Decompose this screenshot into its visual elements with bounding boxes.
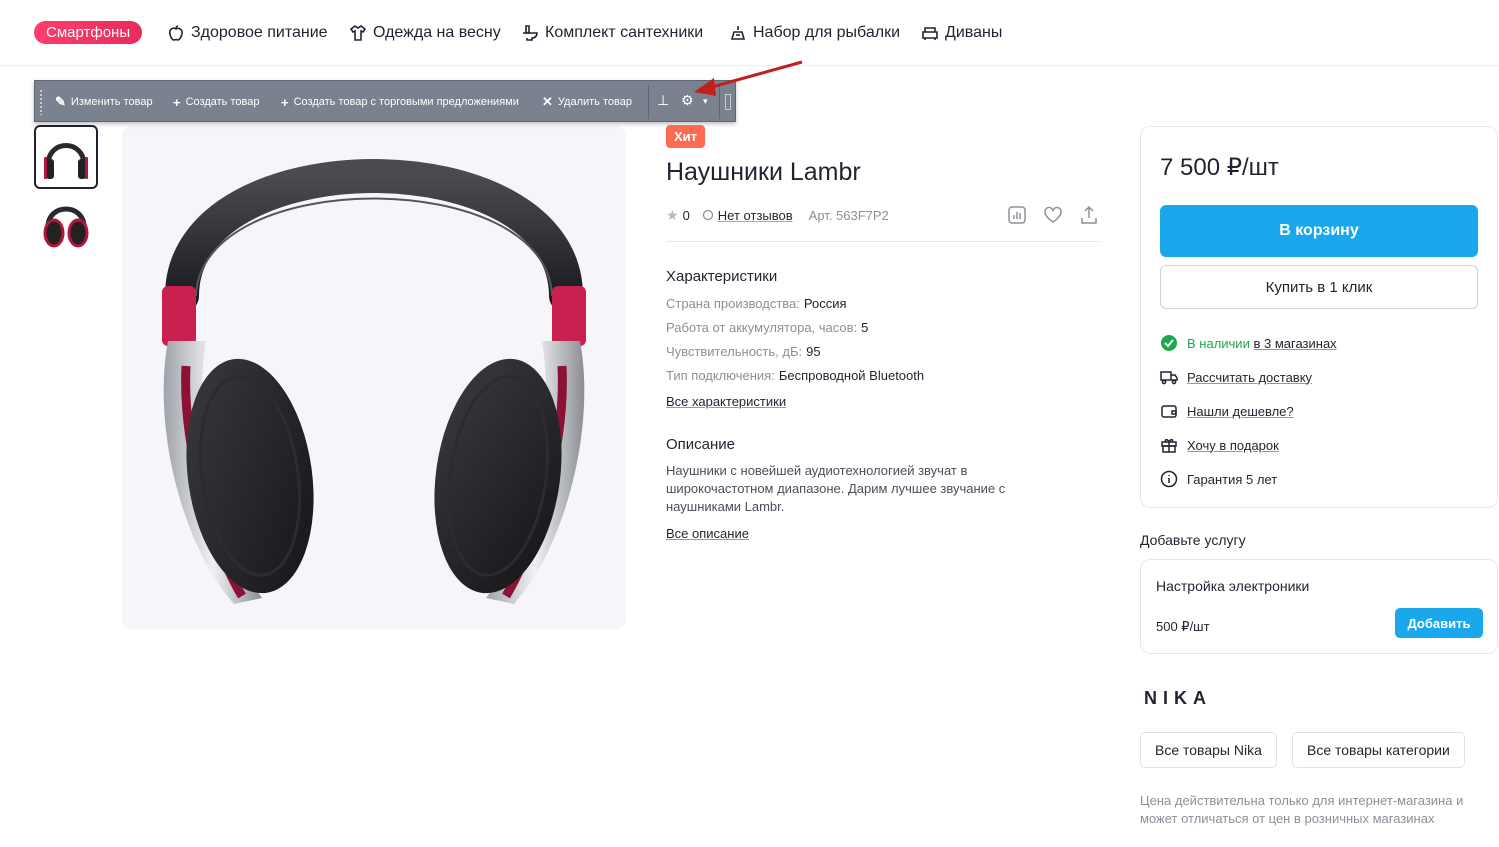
spec-value: 5	[861, 320, 869, 335]
nav-item-label: Диваны	[945, 24, 1003, 41]
hit-badge: Хит	[666, 125, 706, 148]
nav-item-label: Комплект сантехники	[545, 24, 704, 41]
create-product-offers-button[interactable]: + Создать товар с торговыми предложениям…	[281, 93, 519, 111]
headphones-thumbnail-image	[43, 206, 89, 248]
annotation-arrow-icon	[694, 60, 803, 96]
nav-item-sofas[interactable]: Диваны	[921, 21, 1002, 45]
product-meta: ★ 0 Нет отзывов Арт. 563F7P2	[666, 206, 889, 224]
stock-stores-link[interactable]: в 3 магазинах	[1253, 336, 1336, 351]
spec-value: Беспроводной Bluetooth	[778, 368, 925, 383]
all-description-link[interactable]: Все описание	[666, 526, 749, 541]
description-title: Описание	[666, 436, 736, 453]
rating-value: 0	[682, 207, 690, 223]
article-number: Арт. 563F7P2	[808, 207, 889, 223]
plus-icon: +	[173, 94, 181, 110]
toilet-icon	[523, 25, 538, 41]
shirt-icon	[349, 25, 367, 41]
brand-logo[interactable]: NIKA	[1144, 688, 1212, 709]
drag-grip-icon[interactable]	[39, 89, 43, 115]
service-price: 500 ₽/шт	[1156, 619, 1210, 634]
spec-row: Страна производства: Россия	[666, 296, 847, 311]
nav-item-plumbing[interactable]: Комплект сантехники	[521, 21, 703, 45]
reviews-label: Нет отзывов	[717, 207, 793, 223]
sofa-icon	[922, 27, 938, 40]
price-note: Цена действительна только для интернет-м…	[1140, 793, 1464, 826]
all-category-products-button[interactable]: Все товары категории	[1292, 732, 1465, 768]
nav-item-label: Одежда на весну	[373, 24, 501, 41]
compare-icon[interactable]	[1006, 204, 1028, 226]
create-product-label: Создать товар	[185, 96, 260, 108]
service-name: Настройка электроники	[1156, 578, 1310, 594]
thumbnail-2[interactable]	[34, 193, 98, 257]
spec-key: Тип подключения:	[666, 368, 775, 383]
plus-icon: +	[281, 94, 289, 110]
add-service-button[interactable]: Добавить	[1395, 608, 1483, 638]
specs-title: Характеристики	[666, 268, 778, 285]
truck-icon	[1160, 371, 1178, 385]
gift-icon	[1161, 438, 1177, 453]
warranty-row: Гарантия 5 лет	[1160, 469, 1277, 489]
buy-card: 7 500 ₽/шт В корзину Купить в 1 клик В н…	[1140, 126, 1498, 508]
spec-value: 95	[806, 344, 821, 359]
product-main-image[interactable]	[122, 126, 626, 629]
delete-product-label: Удалить товар	[557, 96, 632, 108]
edit-product-button[interactable]: ✎ Изменить товар	[55, 93, 153, 111]
delivery-link[interactable]: Рассчитать доставку	[1187, 370, 1312, 385]
divider	[666, 241, 1100, 242]
gift-link[interactable]: Хочу в подарок	[1187, 438, 1279, 453]
close-icon: ✕	[542, 94, 553, 109]
thumbnail-1[interactable]	[34, 125, 98, 189]
stock-row: В наличии в 3 магазинах	[1160, 333, 1337, 353]
info-icon	[1160, 470, 1178, 488]
spec-key: Работа от аккумулятора, часов:	[666, 320, 858, 335]
wallet-icon	[1161, 405, 1177, 418]
nav-item-spring-clothes[interactable]: Одежда на весну	[349, 21, 501, 45]
nav-item-label: Набор для рыбалки	[753, 24, 901, 41]
share-icon[interactable]	[1078, 204, 1100, 226]
headphones-thumbnail-image	[44, 143, 88, 179]
nav-pill-smartphones[interactable]: Смартфоны	[34, 21, 143, 44]
pencil-icon: ✎	[55, 94, 66, 109]
cheaper-link[interactable]: Нашли дешевле?	[1187, 404, 1294, 419]
create-product-offers-label: Создать товар с торговыми предложениями	[293, 96, 519, 108]
fishing-icon	[730, 26, 746, 40]
service-section-title: Добавьте услугу	[1140, 532, 1246, 548]
spec-row: Тип подключения: Беспроводной Bluetooth	[666, 368, 924, 383]
spec-key: Страна производства:	[666, 296, 800, 311]
all-brand-products-button[interactable]: Все товары Nika	[1140, 732, 1277, 768]
reviews-link[interactable]: Нет отзывов	[702, 208, 793, 223]
service-card: Настройка электроники 500 ₽/шт Добавить	[1140, 559, 1498, 654]
nav-item-healthy-food[interactable]: Здоровое питание	[167, 21, 328, 45]
pin-icon[interactable]: ⊥	[657, 92, 669, 109]
edit-product-label: Изменить товар	[70, 96, 153, 108]
comment-icon	[702, 209, 713, 221]
description-text: Наушники с новейшей аудиотехнологией зву…	[666, 463, 1006, 514]
admin-toolbar: ✎ Изменить товар + Создать товар + Созда…	[34, 80, 736, 122]
delivery-row[interactable]: Рассчитать доставку	[1160, 367, 1312, 387]
create-product-button[interactable]: + Создать товар	[173, 93, 259, 111]
all-specs-link[interactable]: Все характеристики	[666, 394, 786, 409]
headphones-image	[162, 159, 586, 604]
spec-row: Чувствительность, дБ: 95	[666, 344, 821, 359]
add-to-cart-button[interactable]: В корзину	[1160, 205, 1478, 257]
heart-icon[interactable]	[1042, 204, 1064, 226]
nav-item-fishing[interactable]: Набор для рыбалки	[729, 21, 900, 45]
spec-key: Чувствительность, дБ:	[666, 344, 803, 359]
delete-product-button[interactable]: ✕ Удалить товар	[542, 93, 632, 111]
spec-row: Работа от аккумулятора, часов: 5	[666, 320, 868, 335]
stock-status: В наличии	[1187, 335, 1250, 351]
buy-one-click-button[interactable]: Купить в 1 клик	[1160, 265, 1478, 309]
warranty-text: Гарантия 5 лет	[1187, 471, 1278, 487]
apple-icon	[169, 25, 183, 41]
spec-value: Россия	[803, 296, 847, 311]
cheaper-row[interactable]: Нашли дешевле?	[1160, 401, 1294, 421]
product-actions	[1006, 204, 1100, 226]
gift-row[interactable]: Хочу в подарок	[1160, 435, 1279, 455]
price: 7 500 ₽/шт	[1160, 154, 1279, 181]
nav-item-label: Здоровое питание	[191, 24, 328, 41]
toolbar-divider	[648, 85, 649, 119]
star-icon: ★	[666, 206, 679, 223]
product-title: Наушники Lambr	[666, 158, 861, 186]
check-circle-icon	[1161, 335, 1177, 351]
